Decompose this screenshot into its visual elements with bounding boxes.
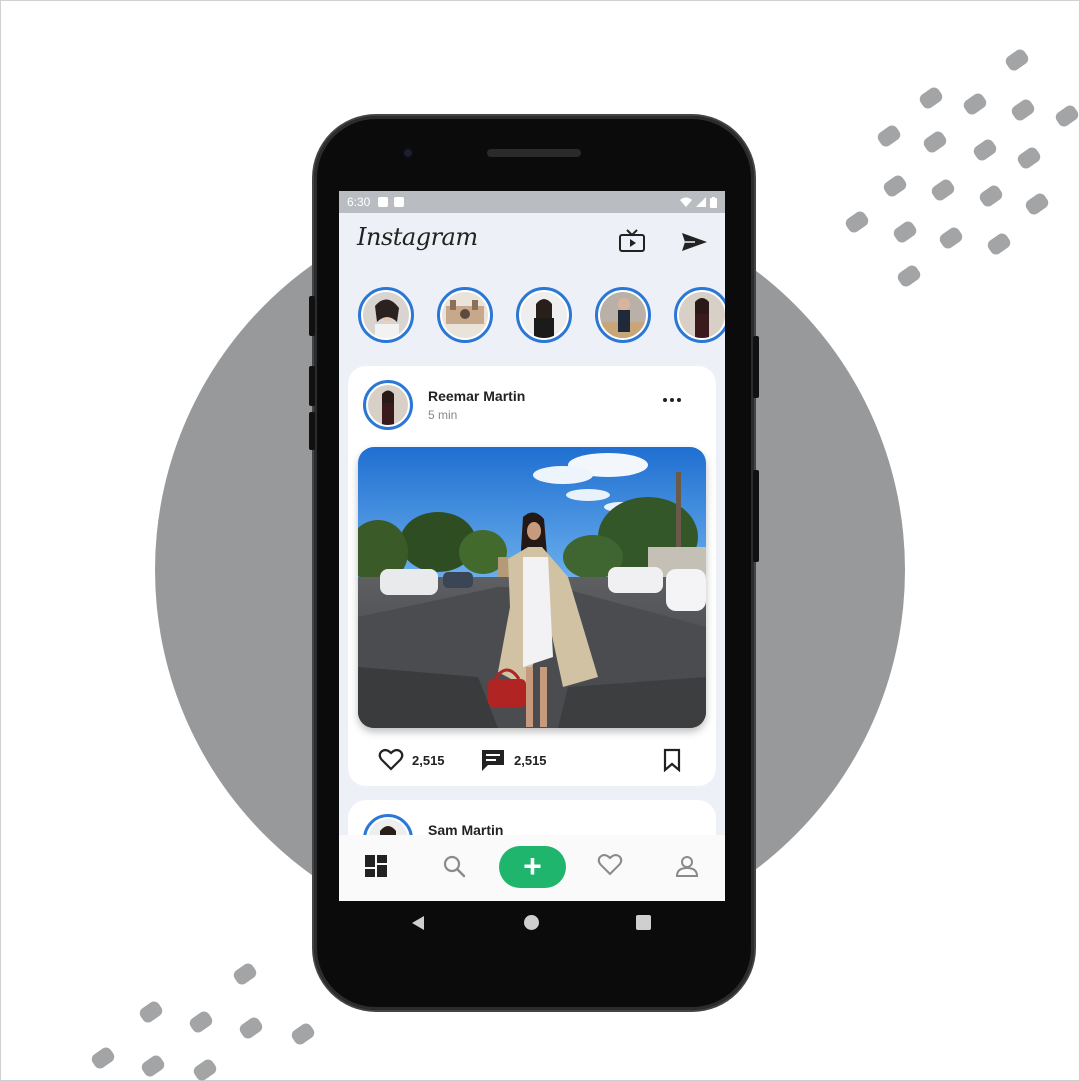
like-count: 2,515 xyxy=(412,752,445,768)
more-dot xyxy=(677,398,681,402)
post-author-avatar[interactable] xyxy=(363,380,413,430)
heart-icon xyxy=(597,854,623,876)
battery-icon xyxy=(710,196,717,208)
front-camera xyxy=(402,147,414,159)
grid-home-icon xyxy=(365,855,387,877)
post-actions: 2,515 2,515 xyxy=(348,742,716,778)
story-avatar xyxy=(600,292,646,338)
bookmark-button[interactable] xyxy=(661,748,683,772)
nav-activity[interactable] xyxy=(597,853,625,881)
post-more-button[interactable] xyxy=(663,394,687,406)
send-button[interactable] xyxy=(679,227,709,257)
app-header: Instagram xyxy=(339,213,725,273)
send-icon xyxy=(682,233,707,251)
post-timestamp: 5 min xyxy=(428,408,458,422)
bookmark-icon xyxy=(663,748,681,772)
story-4[interactable] xyxy=(595,287,651,343)
instagram-logo: Instagram xyxy=(357,223,478,251)
volume-button xyxy=(309,412,315,450)
system-home-button[interactable] xyxy=(524,915,539,930)
nav-home[interactable] xyxy=(363,853,391,881)
status-bar: 6:30 xyxy=(339,191,725,213)
more-dot xyxy=(663,398,667,402)
side-button xyxy=(753,470,759,562)
stories-row xyxy=(358,287,725,343)
earpiece-speaker xyxy=(487,149,581,157)
system-back-button[interactable] xyxy=(412,916,424,930)
post-card: Reemar Martin 5 min 2,515 2,515 xyxy=(348,366,716,786)
person-icon xyxy=(675,856,699,877)
story-avatar xyxy=(442,292,488,338)
bottom-navigation: + xyxy=(339,835,725,901)
volume-button xyxy=(309,296,315,336)
story-avatar xyxy=(679,292,725,338)
signal-icon xyxy=(696,197,706,207)
wifi-icon xyxy=(680,197,692,207)
story-1[interactable] xyxy=(358,287,414,343)
nav-search[interactable] xyxy=(441,853,469,881)
more-dot xyxy=(670,398,674,402)
comment-count: 2,515 xyxy=(514,752,547,768)
story-avatar xyxy=(363,292,409,338)
status-time: 6:30 xyxy=(347,195,371,209)
nav-add-button[interactable]: + xyxy=(499,846,566,888)
sd-card-icon xyxy=(394,197,405,207)
nav-profile[interactable] xyxy=(674,853,702,881)
post-image[interactable] xyxy=(358,447,706,728)
post-author-name[interactable]: Reemar Martin xyxy=(428,388,525,404)
tv-button[interactable] xyxy=(617,227,647,257)
system-recents-button[interactable] xyxy=(636,915,651,930)
tv-icon xyxy=(619,229,645,252)
story-5[interactable] xyxy=(674,287,725,343)
heart-icon xyxy=(378,748,404,771)
volume-button xyxy=(309,366,315,406)
story-avatar xyxy=(521,292,567,338)
search-icon xyxy=(443,855,466,878)
story-3[interactable] xyxy=(516,287,572,343)
notification-icon xyxy=(378,197,389,207)
phone-screen: 6:30 Instagram Reemar Martin 5 min 2,515… xyxy=(339,191,725,901)
power-button xyxy=(753,336,759,398)
story-2[interactable] xyxy=(437,287,493,343)
like-button[interactable]: 2,515 xyxy=(378,748,445,772)
comment-icon xyxy=(482,750,504,771)
comment-button[interactable]: 2,515 xyxy=(480,748,547,772)
